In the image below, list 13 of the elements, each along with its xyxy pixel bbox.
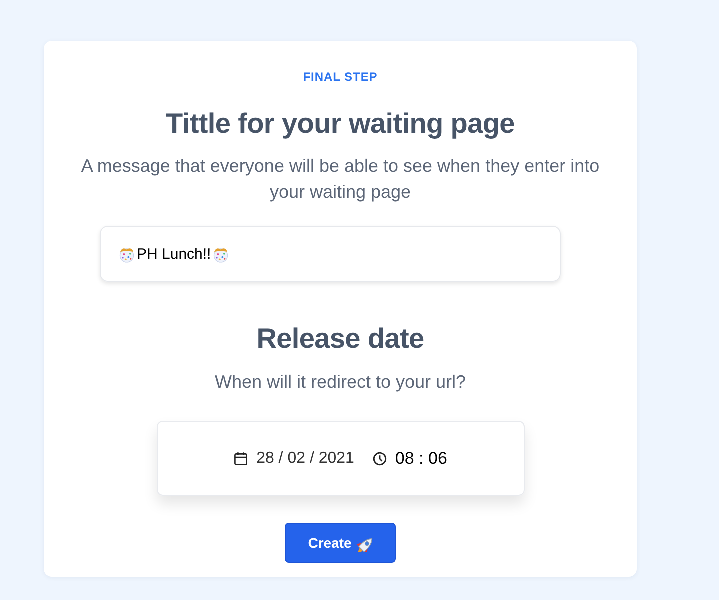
section-heading: Tittle for your waiting page bbox=[166, 107, 515, 141]
title-input-value: PH Lunch!! bbox=[137, 246, 212, 262]
section-description: A message that everyone will be able to see when they enter into your waiting page bbox=[80, 155, 601, 204]
datetime-field[interactable]: 28 / 02 / 2021 08 : 06 bbox=[156, 421, 524, 496]
calendar-icon bbox=[234, 452, 248, 466]
title-input-field[interactable]: PH Lunch!! bbox=[100, 226, 561, 282]
date-value: 28 / 02 / 2021 bbox=[256, 450, 354, 468]
section-description: When will it redirect to your url? bbox=[214, 371, 466, 394]
time-value: 08 : 06 bbox=[395, 448, 448, 468]
clock-icon bbox=[373, 452, 388, 466]
step-label: FINAL STEP bbox=[303, 69, 378, 85]
create-button[interactable]: Create bbox=[285, 523, 396, 563]
section-heading: Release date bbox=[256, 322, 424, 356]
